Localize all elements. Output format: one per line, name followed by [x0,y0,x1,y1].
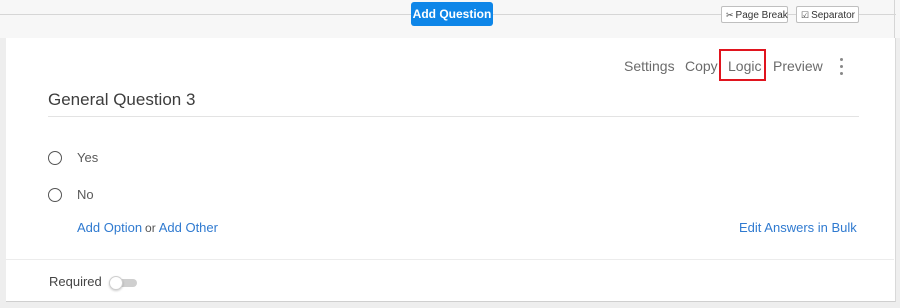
option-label: No [77,187,94,202]
toggle-knob [109,276,123,290]
checkbox-icon: ☑ [801,10,810,20]
preview-button[interactable]: Preview [773,57,823,75]
option-label: Yes [77,150,99,165]
copy-button[interactable]: Copy [685,57,718,75]
required-toggle[interactable] [109,276,137,290]
title-divider [48,116,859,117]
radio-icon[interactable] [48,151,62,165]
edit-answers-bulk-link[interactable]: Edit Answers in Bulk [739,220,857,236]
settings-button[interactable]: Settings [624,57,675,75]
separator-button[interactable]: ☑ Separator [796,6,859,23]
add-other-link[interactable]: Add Other [159,220,218,235]
or-text: or [145,221,156,235]
add-option-row: Add Option or Add Other [77,220,218,236]
page-break-label: Page Break [735,10,788,21]
page-break-button[interactable]: ✂ Page Break [721,6,788,23]
required-label: Required [49,274,102,289]
question-title[interactable]: General Question 3 [48,90,195,110]
separator-label: Separator [811,10,855,21]
question-card: Settings Copy Logic Preview General Ques… [6,38,896,302]
footer-divider [6,259,894,260]
scissors-icon: ✂ [726,10,734,20]
top-right-border [894,0,895,38]
kebab-menu-icon[interactable] [837,57,847,77]
radio-icon[interactable] [48,188,62,202]
add-option-link[interactable]: Add Option [77,220,142,235]
logic-highlight-box [719,49,766,81]
add-question-button[interactable]: Add Question [411,2,493,26]
